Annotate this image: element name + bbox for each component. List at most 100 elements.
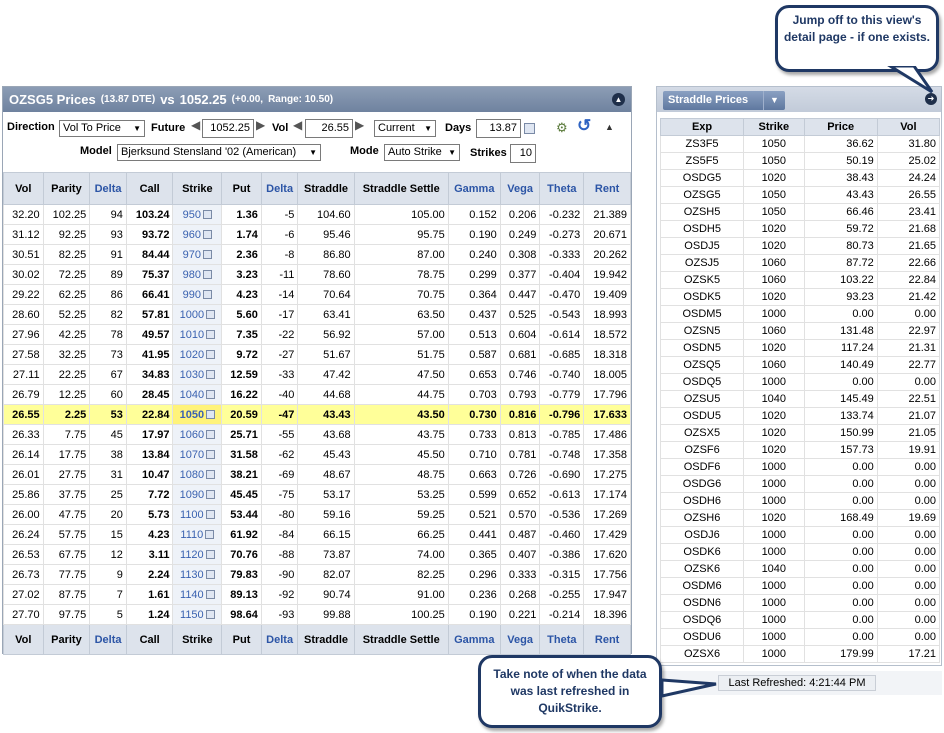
straddle-row[interactable]: ZS3F5 1050 36.62 31.80 <box>659 135 941 153</box>
cell-strike[interactable]: 1010 <box>172 324 223 345</box>
column-header-parity[interactable]: Parity <box>42 172 91 205</box>
column-header-rent[interactable]: Rent <box>583 172 631 205</box>
strike-detail-icon[interactable] <box>206 350 216 360</box>
straddle-row[interactable]: OZSX6 1000 179.99 17.21 <box>659 645 941 663</box>
cell-strike[interactable]: 1120 <box>172 544 223 565</box>
column-header-strike[interactable]: Strike <box>172 172 223 205</box>
column-footer-straddle[interactable]: Straddle <box>297 624 355 655</box>
increment-vol-icon[interactable]: ▶ <box>355 118 364 132</box>
strike-detail-icon[interactable] <box>206 390 216 400</box>
straddle-row[interactable]: OSDH6 1000 0.00 0.00 <box>659 492 941 510</box>
days-input[interactable]: 13.87 <box>476 119 521 138</box>
straddle-header-exp[interactable]: Exp <box>659 118 745 136</box>
column-header-theta[interactable]: Theta <box>539 172 585 205</box>
strike-detail-icon[interactable] <box>206 490 216 500</box>
straddle-row[interactable]: OSDQ6 1000 0.00 0.00 <box>659 611 941 629</box>
direction-select[interactable]: Vol To Price ▼ <box>59 120 145 137</box>
straddle-view-select[interactable]: Straddle Prices ▼ <box>663 91 785 110</box>
cell-strike[interactable]: 1000 <box>172 304 223 325</box>
straddle-row[interactable]: OSDN6 1000 0.00 0.00 <box>659 594 941 612</box>
straddle-row[interactable]: OZSK5 1060 103.22 22.84 <box>659 271 941 289</box>
column-header-straddle[interactable]: Straddle <box>297 172 355 205</box>
cell-strike[interactable]: 1060 <box>172 424 223 445</box>
strike-detail-icon[interactable] <box>203 250 213 260</box>
straddle-row[interactable]: OSDU5 1020 133.74 21.07 <box>659 407 941 425</box>
strike-detail-icon[interactable] <box>206 310 216 320</box>
column-header-straddle-settle[interactable]: Straddle Settle <box>353 172 449 205</box>
strike-detail-icon[interactable] <box>206 430 216 440</box>
cell-strike[interactable]: 1150 <box>172 604 223 625</box>
straddle-row[interactable]: OZSJ5 1060 87.72 22.66 <box>659 254 941 272</box>
vol-input[interactable]: 26.55 <box>305 119 353 138</box>
cell-strike[interactable]: 990 <box>172 284 223 305</box>
cell-strike[interactable]: 1020 <box>172 344 223 365</box>
cell-strike[interactable]: 1100 <box>172 504 223 525</box>
column-header-delta-put[interactable]: Delta <box>260 172 299 205</box>
straddle-row[interactable]: OSDF6 1000 0.00 0.00 <box>659 458 941 476</box>
column-header-gamma[interactable]: Gamma <box>447 172 501 205</box>
column-footer-call[interactable]: Call <box>125 624 174 655</box>
cell-strike[interactable]: 1050 <box>172 404 223 425</box>
straddle-row[interactable]: OZSF6 1020 157.73 19.91 <box>659 441 941 459</box>
straddle-header-price[interactable]: Price <box>803 118 878 136</box>
cell-strike[interactable]: 950 <box>172 204 223 225</box>
straddle-row[interactable]: OSDG6 1000 0.00 0.00 <box>659 475 941 493</box>
straddle-row[interactable]: OZSH6 1020 168.49 19.69 <box>659 509 941 527</box>
collapse-icon[interactable]: ▲ <box>612 93 625 106</box>
strike-detail-icon[interactable] <box>203 210 213 220</box>
strike-detail-icon[interactable] <box>206 410 216 420</box>
cell-strike[interactable]: 1110 <box>172 524 223 545</box>
straddle-row[interactable]: OSDK6 1000 0.00 0.00 <box>659 543 941 561</box>
column-header-delta-call[interactable]: Delta <box>89 172 127 205</box>
straddle-row[interactable]: OSDN5 1020 117.24 21.31 <box>659 339 941 357</box>
model-select[interactable]: Bjerksund Stensland '02 (American) ▼ <box>117 144 321 161</box>
straddle-row[interactable]: OSDU6 1000 0.00 0.00 <box>659 628 941 646</box>
collapse-controls-icon[interactable]: ▲ <box>605 122 614 132</box>
cell-strike[interactable]: 1040 <box>172 384 223 405</box>
cell-strike[interactable]: 1080 <box>172 464 223 485</box>
straddle-row[interactable]: OZSN5 1060 131.48 22.97 <box>659 322 941 340</box>
strike-detail-icon[interactable] <box>205 610 215 620</box>
strike-detail-icon[interactable] <box>205 590 215 600</box>
straddle-row[interactable]: OZSH5 1050 66.46 23.41 <box>659 203 941 221</box>
strike-detail-icon[interactable] <box>205 570 215 580</box>
straddle-row[interactable]: OSDQ5 1000 0.00 0.00 <box>659 373 941 391</box>
column-footer-gamma[interactable]: Gamma <box>447 624 501 655</box>
straddle-row[interactable]: OSDM6 1000 0.00 0.00 <box>659 577 941 595</box>
straddle-row[interactable]: OZSK6 1040 0.00 0.00 <box>659 560 941 578</box>
cell-strike[interactable]: 960 <box>172 224 223 245</box>
column-header-put[interactable]: Put <box>221 172 262 205</box>
straddle-row[interactable]: OSDH5 1020 59.72 21.68 <box>659 220 941 238</box>
column-footer-rent[interactable]: Rent <box>583 624 631 655</box>
straddle-row[interactable]: OZSQ5 1060 140.49 22.77 <box>659 356 941 374</box>
cell-strike[interactable]: 1140 <box>172 584 223 605</box>
strike-detail-icon[interactable] <box>203 230 213 240</box>
straddle-row[interactable]: OZSU5 1040 145.49 22.51 <box>659 390 941 408</box>
column-footer-delta-put[interactable]: Delta <box>260 624 299 655</box>
column-footer-put[interactable]: Put <box>221 624 262 655</box>
refresh-icon[interactable]: ↺ <box>577 116 591 136</box>
column-header-vega[interactable]: Vega <box>499 172 541 205</box>
cell-strike[interactable]: 1030 <box>172 364 223 385</box>
column-footer-theta[interactable]: Theta <box>539 624 585 655</box>
straddle-row[interactable]: OSDK5 1020 93.23 21.42 <box>659 288 941 306</box>
cell-strike[interactable]: 970 <box>172 244 223 265</box>
calendar-icon[interactable] <box>524 123 535 134</box>
decrement-vol-icon[interactable]: ◀ <box>293 118 302 132</box>
straddle-header-vol[interactable]: Vol <box>876 118 941 136</box>
cell-strike[interactable]: 1130 <box>172 564 223 585</box>
column-footer-delta-call[interactable]: Delta <box>89 624 127 655</box>
column-footer-vega[interactable]: Vega <box>499 624 541 655</box>
cell-strike[interactable]: 1090 <box>172 484 223 505</box>
strike-detail-icon[interactable] <box>205 530 215 540</box>
cell-strike[interactable]: 980 <box>172 264 223 285</box>
straddle-row[interactable]: OSDM5 1000 0.00 0.00 <box>659 305 941 323</box>
strike-detail-icon[interactable] <box>203 270 213 280</box>
strike-detail-icon[interactable] <box>206 370 216 380</box>
strike-detail-icon[interactable] <box>206 470 216 480</box>
straddle-row[interactable]: OSDG5 1020 38.43 24.24 <box>659 169 941 187</box>
column-footer-straddle-settle[interactable]: Straddle Settle <box>353 624 449 655</box>
straddle-header-strike[interactable]: Strike <box>743 118 805 136</box>
strike-detail-icon[interactable] <box>206 450 216 460</box>
column-header-call[interactable]: Call <box>125 172 174 205</box>
